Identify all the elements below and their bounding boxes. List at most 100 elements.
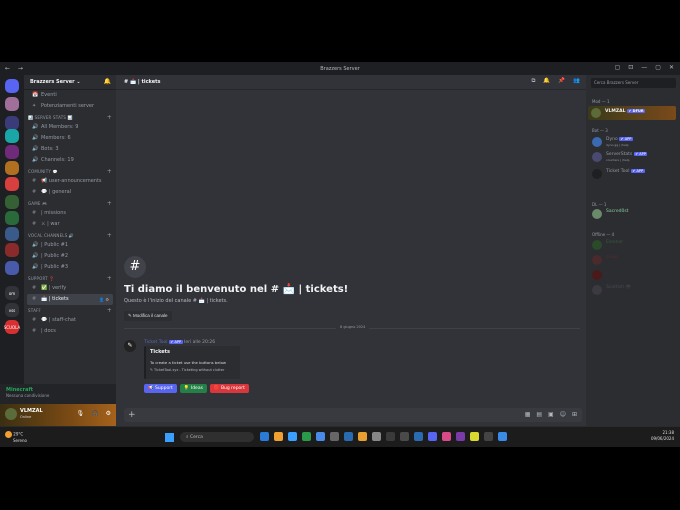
taskbar-app-icon[interactable] [302,432,311,441]
weather-widget[interactable]: 29°C Sereno [5,431,27,443]
ticket-button[interactable]: 💡 Ideas [179,384,207,393]
server-icon[interactable] [5,177,19,191]
windows-start-icon[interactable] [165,433,174,442]
taskbar-app-icon[interactable] [386,432,395,441]
emoji-icon[interactable]: ☺ [560,411,566,418]
close-icon[interactable]: ✕ [669,64,674,71]
member-search-input[interactable]: Cerca Brazzers Server [591,78,676,88]
message-composer[interactable]: + ▦ ▤ ▣ ☺ ⊞ [124,408,582,422]
notification-icon[interactable]: 🔔 [543,78,550,85]
channel-item[interactable]: 🔊 Members: 6 [24,133,116,144]
gif-icon[interactable]: ▤ [536,411,542,418]
channel-item[interactable]: 🔊 Bots: 3 [24,144,116,155]
server-icon[interactable] [5,261,19,275]
channel-item[interactable]: # | docs [24,326,116,337]
gear-icon[interactable]: ⚙ [106,410,111,417]
taskbar-app-icon[interactable] [442,432,451,441]
channel-item[interactable]: # 📩 | tickets 👤 ⚙ [27,294,113,305]
taskbar-app-icon[interactable] [456,432,465,441]
channel-category[interactable]: Comunity 💬 + [24,166,116,176]
channel-item[interactable]: 🔊 | Public #2 [24,251,116,262]
server-icon[interactable] [5,211,19,225]
server-icon[interactable] [5,145,19,159]
invite-settings-icon[interactable]: 👤 ⚙ [99,294,109,305]
category-label: Game 🎮 [28,201,48,206]
channel-category[interactable]: STAFF + [24,305,116,315]
help-icon[interactable]: ⊡ [628,64,633,71]
server-icon[interactable] [5,116,19,130]
date-divider-label: 8 giugno 2024 [336,325,370,329]
member-tag: ✔ APP [633,152,648,156]
member-activity: dyno.gg | /help [606,143,629,147]
minimize-icon[interactable]: — [641,64,647,71]
channel-item[interactable]: # 💬 | staff-chat [24,315,116,326]
server-icon[interactable]: om [5,286,19,300]
channel-item[interactable]: ✦ Potenziamenti server [24,101,116,112]
taskbar-app-icon[interactable] [260,432,269,441]
chat-area: # 📩 | tickets ⧉ 🔔 📌 👥 # Ti diamo il benv… [116,75,586,426]
channel-category[interactable]: Vocal channels 🔊 + [24,230,116,240]
taskbar-search[interactable]: ⌕ Cerca [180,432,254,442]
channel-item[interactable]: 🔊 All Members: 9 [24,122,116,133]
bell-icon[interactable]: 🔔 [104,78,111,85]
maximize-icon[interactable]: ▢ [655,64,661,71]
channel-item[interactable]: # 💬 | general [24,187,116,198]
channel-item[interactable]: # ✅ | verify [24,283,116,294]
message-author[interactable]: Ticket Tool [144,340,167,345]
channel-item[interactable]: # ⚔ | war [24,219,116,230]
member-item[interactable]: VLMZAL ✔ DFUR [588,106,676,120]
taskbar-app-icon[interactable] [344,432,353,441]
inbox-icon[interactable]: ▢ [615,64,621,71]
apps-icon[interactable]: ⊞ [572,411,577,418]
bot-avatar[interactable]: ✎ [124,340,136,352]
channel-category[interactable]: 📊 SERVER STATS 📊 + [24,112,116,122]
server-header[interactable]: Brazzers Server ⌄ 🔔 [24,75,116,90]
member-name-text: Scottish 👁 [606,285,632,290]
channel-label: | Public #2 [41,253,69,259]
server-icon[interactable]: vss [5,303,19,317]
channel-type-icon: # [32,285,37,291]
pin-icon[interactable]: 📌 [558,78,565,85]
add-attachment-icon[interactable]: + [128,409,136,421]
channel-item[interactable]: # 📢 user-announcements [24,176,116,187]
channel-item[interactable]: # | missions [24,208,116,219]
channel-item[interactable]: 🔊 Channels: 19 [24,155,116,166]
clock[interactable]: 21:38 09/06/2024 [651,430,674,442]
channel-category[interactable]: Game 🎮 + [24,198,116,208]
members-icon[interactable]: 👥 [573,78,580,85]
ticket-button[interactable]: 📢 Support [144,384,177,393]
server-icon[interactable] [5,195,19,209]
channel-item[interactable]: 📅 Eventi [24,90,116,101]
server-icon[interactable] [5,79,19,93]
taskbar-app-icon[interactable] [400,432,409,441]
channel-item[interactable]: 🔊 | Public #1 [24,240,116,251]
server-icon[interactable] [5,129,19,143]
taskbar-app-icon[interactable] [358,432,367,441]
server-icon[interactable] [5,227,19,241]
server-icon[interactable] [5,97,19,111]
edit-channel-button[interactable]: ✎ Modifica il canale [124,311,172,321]
gift-icon[interactable]: ▦ [525,411,531,418]
taskbar-app-icon[interactable] [428,432,437,441]
server-icon[interactable] [5,243,19,257]
member-group-label: Bot — 3 [592,128,608,133]
taskbar-app-icon[interactable] [274,432,283,441]
sticker-icon[interactable]: ▣ [548,411,554,418]
taskbar-app-icon[interactable] [484,432,493,441]
server-icon[interactable]: SCUOLA [4,320,20,334]
taskbar-app-icon[interactable] [470,432,479,441]
threads-icon[interactable]: ⧉ [531,78,535,85]
channel-item[interactable]: 🔊 | Public #3 [24,262,116,273]
taskbar-app-icon[interactable] [498,432,507,441]
headphones-icon[interactable]: 🎧 [91,410,98,417]
mic-icon[interactable]: 🎙 [77,410,85,417]
channel-category[interactable]: Support ❓ + [24,273,116,283]
server-icon[interactable] [5,161,19,175]
taskbar-app-icon[interactable] [316,432,325,441]
ticket-button[interactable]: 🛑 Bug report [209,384,249,393]
taskbar-app-icon[interactable] [414,432,423,441]
avatar[interactable] [5,408,17,420]
taskbar-app-icon[interactable] [372,432,381,441]
taskbar-app-icon[interactable] [330,432,339,441]
taskbar-app-icon[interactable] [288,432,297,441]
